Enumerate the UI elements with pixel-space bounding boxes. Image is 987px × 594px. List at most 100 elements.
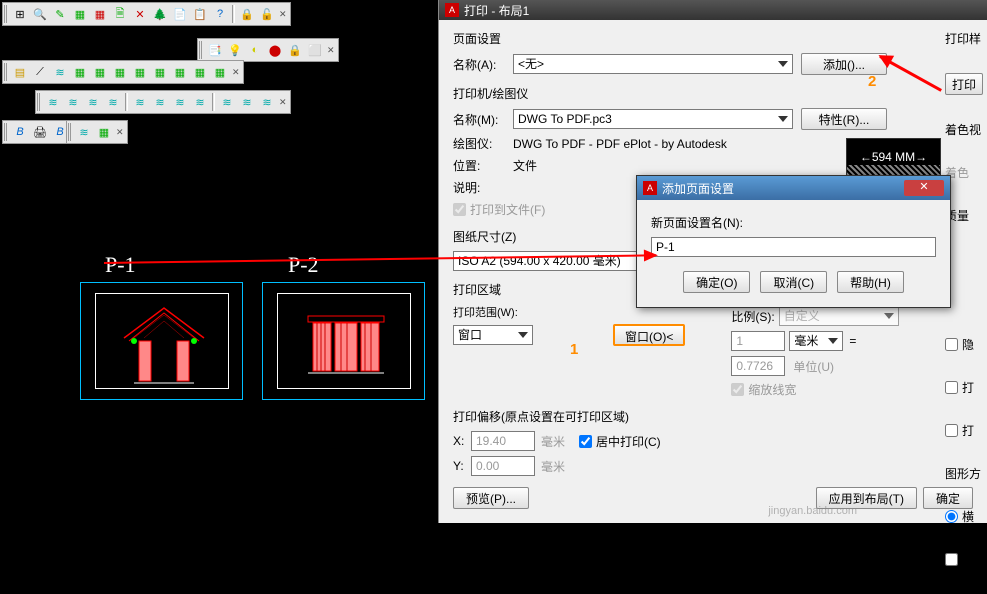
toolbar-6: ≋ ▦ ✕ bbox=[66, 120, 128, 144]
tool-icon[interactable]: ▦ bbox=[70, 62, 90, 82]
opt-checkbox[interactable] bbox=[945, 381, 958, 394]
viewport-2[interactable] bbox=[262, 282, 425, 400]
print-style-button[interactable]: 打印 bbox=[945, 73, 983, 95]
tool-icon[interactable]: ✕ bbox=[130, 4, 150, 24]
close-icon[interactable]: ✕ bbox=[232, 67, 242, 77]
tool-icon[interactable]: B bbox=[10, 122, 30, 142]
grip-icon[interactable] bbox=[4, 5, 7, 23]
tool-icon[interactable]: ⊞ bbox=[10, 4, 30, 24]
tool-icon[interactable]: ≋ bbox=[83, 92, 103, 112]
opt-checkbox[interactable] bbox=[945, 553, 958, 566]
scale-lineweight-checkbox bbox=[731, 383, 744, 396]
modal-ok-button[interactable]: 确定(O) bbox=[683, 271, 750, 293]
print-icon[interactable]: 🖨 bbox=[30, 122, 50, 142]
printer-select[interactable]: DWG To PDF.pc3 bbox=[513, 109, 793, 129]
tool-icon[interactable]: ▦ bbox=[210, 62, 230, 82]
tool-icon[interactable]: ▦ bbox=[130, 62, 150, 82]
grip-icon[interactable] bbox=[68, 123, 71, 141]
label: 打 bbox=[962, 379, 974, 396]
orient-radio[interactable] bbox=[945, 510, 958, 523]
separator bbox=[212, 93, 215, 111]
close-button[interactable]: ✕ bbox=[904, 180, 944, 196]
window-button[interactable]: 窗口(O)< bbox=[613, 324, 685, 346]
opt-checkbox[interactable] bbox=[945, 424, 958, 437]
zoom-icon[interactable]: 🔍 bbox=[30, 4, 50, 24]
close-icon[interactable]: ✕ bbox=[116, 127, 126, 137]
tool-icon[interactable]: ▦ bbox=[110, 62, 130, 82]
tool-icon[interactable]: ≋ bbox=[74, 122, 94, 142]
label: 位置: bbox=[453, 157, 513, 174]
tool-icon[interactable]: ▦ bbox=[90, 4, 110, 24]
tool-icon[interactable]: ▤ bbox=[10, 62, 30, 82]
grip-icon[interactable] bbox=[4, 123, 7, 141]
tree-icon[interactable]: 🌲 bbox=[150, 4, 170, 24]
offset-x-input bbox=[471, 431, 535, 451]
dialog-titlebar[interactable]: A 打印 - 布局1 bbox=[439, 0, 987, 20]
toolbar-4: ≋ ≋ ≋ ≋ ≋ ≋ ≋ ≋ ≋ ≋ ≋ ✕ bbox=[35, 90, 291, 114]
label: 毫米 bbox=[541, 433, 565, 450]
tool-icon[interactable]: ▦ bbox=[94, 122, 114, 142]
center-checkbox[interactable] bbox=[579, 435, 592, 448]
modal-cancel-button[interactable]: 取消(C) bbox=[760, 271, 827, 293]
tool-icon[interactable]: ≋ bbox=[150, 92, 170, 112]
unlock-icon[interactable]: 🔓 bbox=[257, 4, 277, 24]
separator bbox=[125, 93, 128, 111]
scale-unit-select[interactable]: 毫米 bbox=[789, 331, 843, 351]
tool-icon[interactable]: ≋ bbox=[237, 92, 257, 112]
modal-help-button[interactable]: 帮助(H) bbox=[837, 271, 904, 293]
tool-icon[interactable]: ▦ bbox=[170, 62, 190, 82]
tool-icon[interactable]: 📋 bbox=[190, 4, 210, 24]
modal-titlebar[interactable]: A 添加页面设置 ✕ bbox=[637, 176, 950, 200]
close-icon[interactable]: ✕ bbox=[327, 45, 337, 55]
print-range-select[interactable]: 窗口 bbox=[453, 325, 533, 345]
help-icon[interactable]: ? bbox=[210, 4, 230, 24]
tool-icon[interactable]: ≋ bbox=[170, 92, 190, 112]
toolbar-3: ▤ ⟋ ≋ ▦ ▦ ▦ ▦ ▦ ▦ ▦ ▦ ✕ bbox=[2, 60, 244, 84]
label: 缩放线宽 bbox=[748, 381, 796, 398]
sun-icon[interactable]: ◐ bbox=[245, 40, 265, 60]
lock-icon[interactable]: 🔒 bbox=[237, 4, 257, 24]
preview-button[interactable]: 预览(P)... bbox=[453, 487, 529, 509]
tool-icon[interactable]: ✎ bbox=[50, 4, 70, 24]
group-page-setup: 页面设置 名称(A): <无> 添加()... bbox=[453, 30, 973, 75]
tool-icon[interactable]: ≋ bbox=[103, 92, 123, 112]
tool-icon[interactable]: 📄 bbox=[170, 4, 190, 24]
tool-icon[interactable]: ≋ bbox=[257, 92, 277, 112]
close-icon[interactable]: ✕ bbox=[279, 9, 289, 19]
tool-icon[interactable]: ≋ bbox=[217, 92, 237, 112]
tool-icon[interactable]: ≋ bbox=[43, 92, 63, 112]
tool-icon[interactable]: ▦ bbox=[190, 62, 210, 82]
page-setup-select[interactable]: <无> bbox=[513, 54, 793, 74]
tool-icon[interactable]: ▦ bbox=[90, 62, 110, 82]
drawing-canvas[interactable]: P-1 P-2 bbox=[0, 240, 440, 500]
section-label: 打印偏移(原点设置在可打印区域) bbox=[453, 408, 708, 425]
tool-icon[interactable]: 🗎 bbox=[110, 4, 130, 24]
scale-num-input bbox=[731, 331, 785, 351]
tool-icon[interactable]: ⟋ bbox=[30, 62, 50, 82]
add-button[interactable]: 添加()... bbox=[801, 53, 887, 75]
tool-icon[interactable]: ⬤ bbox=[265, 40, 285, 60]
tool-icon[interactable]: ≋ bbox=[130, 92, 150, 112]
opt-checkbox[interactable] bbox=[945, 338, 958, 351]
tool-icon[interactable]: ≋ bbox=[50, 62, 70, 82]
house-drawing-1 bbox=[119, 303, 209, 388]
close-icon[interactable]: ✕ bbox=[279, 97, 289, 107]
label: 着色视 bbox=[945, 121, 983, 138]
tool-icon[interactable]: ▦ bbox=[150, 62, 170, 82]
grip-icon[interactable] bbox=[199, 41, 202, 59]
app-icon: A bbox=[643, 181, 657, 195]
properties-button[interactable]: 特性(R)... bbox=[801, 108, 887, 130]
right-panel-labels: 打印样 打印 着色视 着色 质量 隐 打 打 图形方 横 上 bbox=[945, 30, 983, 594]
viewport-1[interactable] bbox=[80, 282, 243, 400]
add-page-setup-modal: A 添加页面设置 ✕ 新页面设置名(N): 确定(O) 取消(C) 帮助(H) bbox=[636, 175, 951, 308]
tool-icon[interactable]: ≋ bbox=[63, 92, 83, 112]
lock-icon[interactable]: 🔒 bbox=[285, 40, 305, 60]
tool-icon[interactable]: ≋ bbox=[190, 92, 210, 112]
light-icon[interactable]: 💡 bbox=[225, 40, 245, 60]
color-icon[interactable]: ⬜ bbox=[305, 40, 325, 60]
grip-icon[interactable] bbox=[37, 93, 40, 111]
tool-icon[interactable]: ▦ bbox=[70, 4, 90, 24]
page-setup-name-input[interactable] bbox=[651, 237, 936, 257]
tool-icon[interactable]: 📑 bbox=[205, 40, 225, 60]
grip-icon[interactable] bbox=[4, 63, 7, 81]
